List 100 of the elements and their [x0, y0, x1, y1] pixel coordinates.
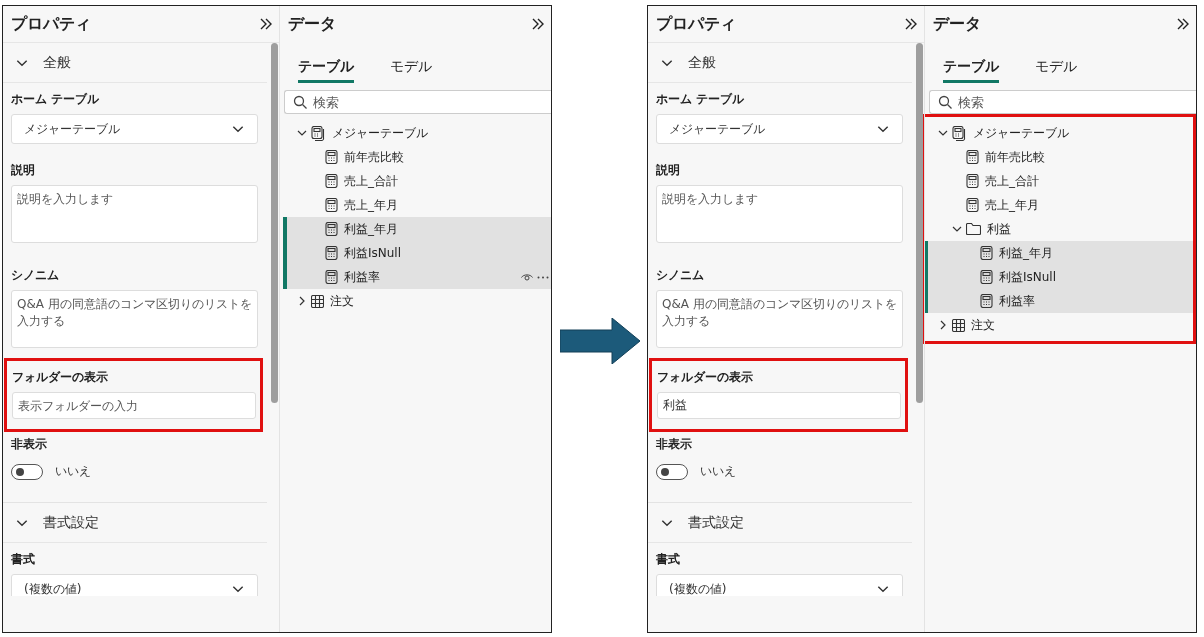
- collapse-pane-icon: [531, 17, 545, 31]
- field-label: シノニム: [11, 267, 60, 284]
- tree-item[interactable]: 利益IsNull: [283, 241, 551, 265]
- tree-item[interactable]: 売上_合計: [283, 169, 551, 193]
- scrollbar[interactable]: [271, 43, 278, 403]
- collapse-pane-icon: [904, 17, 918, 31]
- display-folder-field[interactable]: 利益: [657, 392, 901, 419]
- format-dropdown[interactable]: (複数の値): [11, 574, 258, 596]
- field-label: 書式: [656, 551, 681, 568]
- toggle-value: いいえ: [700, 463, 736, 480]
- field-label: 説明: [656, 162, 681, 179]
- search-field[interactable]: 検索: [284, 90, 551, 114]
- calculator-icon: [325, 246, 338, 260]
- section-header[interactable]: 全般: [648, 43, 912, 83]
- tree-item-label: メジャーテーブル: [332, 124, 429, 142]
- synonyms-field[interactable]: Q&A 用の同意語のコンマ区切りのリストを入力する: [656, 290, 903, 348]
- tree-item-label: 利益IsNull: [999, 268, 1058, 286]
- tree-item[interactable]: 利益率: [924, 289, 1193, 313]
- tree-item-label: 売上_合計: [344, 172, 399, 190]
- collapse-pane-icon: [259, 17, 273, 31]
- format-dropdown[interactable]: (複数の値): [656, 574, 903, 596]
- tree-item[interactable]: 利益_年月: [924, 241, 1193, 265]
- tree-item[interactable]: 売上_合計: [924, 169, 1193, 193]
- tree-item-label: 売上_合計: [985, 172, 1040, 190]
- field-label: 非表示: [11, 436, 48, 453]
- calculator-icon: [325, 174, 338, 188]
- home-table-dropdown[interactable]: メジャーテーブル: [656, 114, 903, 144]
- calculator-icon: [966, 150, 979, 164]
- pane-title: データ: [288, 13, 336, 35]
- more-icon[interactable]: [537, 275, 549, 279]
- calculator-icon: [966, 174, 979, 188]
- tab[interactable]: テーブル: [298, 58, 354, 83]
- tree-item[interactable]: 売上_年月: [924, 193, 1193, 217]
- tree-item-label: 利益率: [344, 268, 381, 286]
- tree-item[interactable]: 利益IsNull: [924, 265, 1193, 289]
- tree-item-label: 売上_年月: [344, 196, 399, 214]
- right-arrow-icon: [559, 318, 640, 364]
- tree-item-label: 利益_年月: [999, 244, 1054, 262]
- tree-item-label: 利益IsNull: [344, 244, 403, 262]
- section-header[interactable]: 書式設定: [3, 503, 267, 543]
- calculator-icon: [980, 294, 993, 308]
- table-icon: [311, 294, 324, 308]
- collapse-button[interactable]: [904, 17, 918, 31]
- calculator-stack-icon: [952, 125, 967, 141]
- calculator-stack-icon: [311, 125, 326, 141]
- eye-icon[interactable]: [521, 272, 533, 282]
- tree-item-label: 売上_年月: [985, 196, 1040, 214]
- tree-item[interactable]: 注文: [283, 289, 551, 313]
- tree-item-label: 前年売比較: [985, 148, 1046, 166]
- synonyms-field[interactable]: Q&A 用の同意語のコンマ区切りのリストを入力する: [11, 290, 258, 348]
- tree-item[interactable]: 前年売比較: [283, 145, 551, 169]
- collapse-button[interactable]: [531, 17, 545, 31]
- calculator-icon: [980, 270, 993, 284]
- tree-item[interactable]: 利益率: [283, 265, 551, 289]
- pane-title: プロパティ: [656, 13, 736, 35]
- field-label: シノニム: [656, 267, 705, 284]
- calculator-icon: [966, 198, 979, 212]
- calculator-icon: [325, 150, 338, 164]
- tree-item[interactable]: メジャーテーブル: [283, 121, 551, 145]
- tree-item[interactable]: 注文: [924, 313, 1193, 337]
- field-label: フォルダーの表示: [657, 369, 754, 386]
- display-folder-field[interactable]: 表示フォルダーの入力: [12, 392, 256, 419]
- tab[interactable]: モデル: [390, 58, 432, 83]
- folder-icon: [966, 223, 981, 235]
- field-label: 非表示: [656, 436, 693, 453]
- tree-item-label: 利益: [987, 220, 1012, 238]
- field-label: ホーム テーブル: [11, 91, 101, 108]
- toggle-value: いいえ: [55, 463, 91, 480]
- calculator-icon: [325, 270, 338, 284]
- tree-item[interactable]: 売上_年月: [283, 193, 551, 217]
- tree-item[interactable]: 利益: [924, 217, 1193, 241]
- description-field[interactable]: 説明を入力します: [656, 185, 903, 243]
- hidden-toggle[interactable]: [656, 463, 688, 480]
- tree-item-label: メジャーテーブル: [973, 124, 1070, 142]
- tree-item[interactable]: 前年売比較: [924, 145, 1193, 169]
- pane-title: プロパティ: [11, 13, 91, 35]
- collapse-pane-icon: [1176, 17, 1190, 31]
- section-header[interactable]: 書式設定: [648, 503, 912, 543]
- tree-item-label: 前年売比較: [344, 148, 405, 166]
- table-icon: [952, 318, 965, 332]
- tree-item-label: 注文: [330, 292, 355, 310]
- tab[interactable]: テーブル: [943, 58, 999, 83]
- tab[interactable]: モデル: [1035, 58, 1077, 83]
- collapse-button[interactable]: [1176, 17, 1190, 31]
- search-field[interactable]: 検索: [929, 90, 1196, 114]
- description-field[interactable]: 説明を入力します: [11, 185, 258, 243]
- section-header[interactable]: 全般: [3, 43, 267, 83]
- collapse-button[interactable]: [259, 17, 273, 31]
- home-table-dropdown[interactable]: メジャーテーブル: [11, 114, 258, 144]
- scrollbar[interactable]: [916, 43, 923, 403]
- tree-item[interactable]: 利益_年月: [283, 217, 551, 241]
- pane-title: データ: [933, 13, 981, 35]
- hidden-toggle[interactable]: [11, 463, 43, 480]
- field-label: 説明: [11, 162, 36, 179]
- calculator-icon: [980, 246, 993, 260]
- calculator-icon: [325, 198, 338, 212]
- field-label: 書式: [11, 551, 36, 568]
- field-label: ホーム テーブル: [656, 91, 746, 108]
- tree-item[interactable]: メジャーテーブル: [924, 121, 1193, 145]
- tree-item-label: 利益率: [999, 292, 1036, 310]
